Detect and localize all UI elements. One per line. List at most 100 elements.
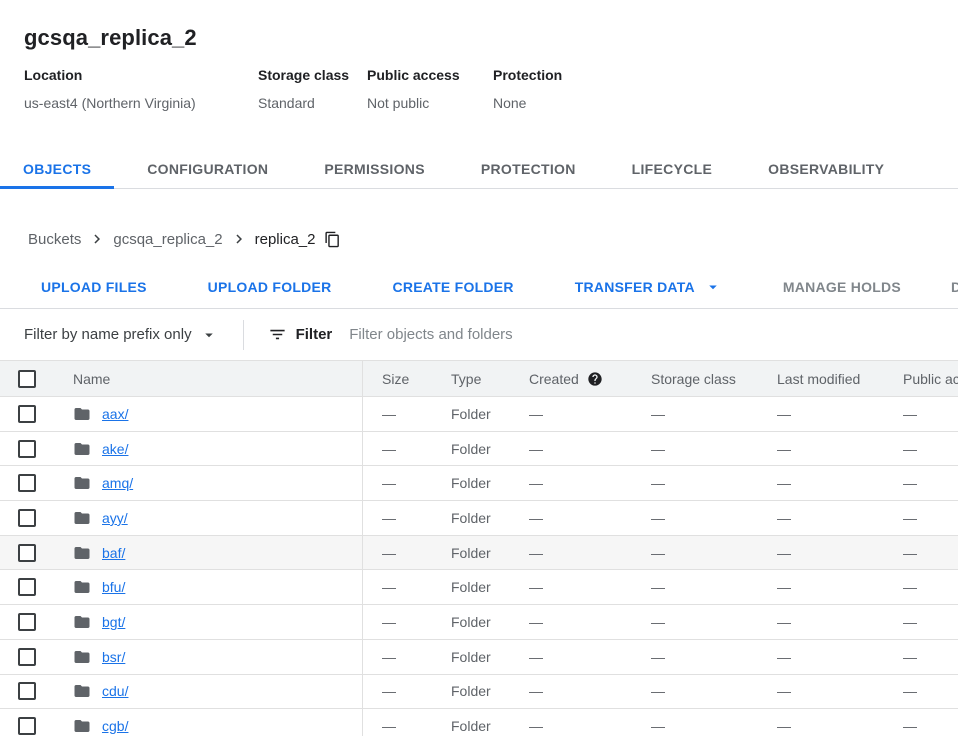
- type-cell: Folder: [433, 406, 511, 422]
- row-checkbox[interactable]: [18, 474, 36, 492]
- meta-protection-value: None: [493, 95, 562, 111]
- public-access-cell: —: [885, 649, 958, 665]
- filter-label: Filter: [296, 326, 333, 343]
- folder-icon: [73, 440, 91, 458]
- object-actions-toolbar: UPLOAD FILES UPLOAD FOLDER CREATE FOLDER…: [0, 265, 958, 309]
- tab-lifecycle[interactable]: LIFECYCLE: [609, 150, 735, 188]
- filter-objects-input[interactable]: [349, 326, 769, 343]
- header-storage-class: Storage class: [633, 371, 759, 387]
- row-checkbox[interactable]: [18, 509, 36, 527]
- object-link[interactable]: ake/: [102, 441, 128, 457]
- upload-folder-button[interactable]: UPLOAD FOLDER: [191, 271, 349, 303]
- filter-bar: Filter by name prefix only Filter: [0, 309, 958, 360]
- type-cell: Folder: [433, 545, 511, 561]
- storage-class-cell: —: [633, 545, 759, 561]
- arrow-drop-down-icon: [200, 326, 218, 344]
- public-access-cell: —: [885, 579, 958, 595]
- select-all-checkbox[interactable]: [18, 370, 36, 388]
- filter-prefix-dropdown[interactable]: Filter by name prefix only: [24, 326, 218, 344]
- chevron-right-icon: [88, 230, 106, 248]
- header-created: Created: [511, 371, 633, 387]
- type-cell: Folder: [433, 475, 511, 491]
- header-type: Type: [433, 371, 511, 387]
- transfer-data-label: TRANSFER DATA: [575, 279, 695, 295]
- folder-icon: [73, 509, 91, 527]
- object-link[interactable]: bsr/: [102, 649, 125, 665]
- tab-configuration[interactable]: CONFIGURATION: [124, 150, 291, 188]
- filter-list-icon: [268, 325, 287, 344]
- size-cell: —: [363, 718, 433, 734]
- object-link[interactable]: bgt/: [102, 614, 125, 630]
- created-cell: —: [511, 510, 633, 526]
- table-row: bsr/ — Folder — — — —: [0, 640, 958, 675]
- storage-class-cell: —: [633, 614, 759, 630]
- size-cell: —: [363, 406, 433, 422]
- meta-storage-class-value: Standard: [258, 95, 367, 111]
- create-folder-button[interactable]: CREATE FOLDER: [375, 271, 530, 303]
- last-modified-cell: —: [759, 718, 885, 734]
- tab-objects[interactable]: OBJECTS: [0, 150, 114, 188]
- size-cell: —: [363, 683, 433, 699]
- row-checkbox[interactable]: [18, 682, 36, 700]
- table-row: ayy/ — Folder — — — —: [0, 501, 958, 536]
- public-access-cell: —: [885, 441, 958, 457]
- size-cell: —: [363, 475, 433, 491]
- public-access-cell: —: [885, 545, 958, 561]
- row-checkbox[interactable]: [18, 613, 36, 631]
- size-cell: —: [363, 510, 433, 526]
- row-checkbox[interactable]: [18, 440, 36, 458]
- created-cell: —: [511, 614, 633, 630]
- table-row: cgb/ — Folder — — — —: [0, 709, 958, 736]
- storage-class-cell: —: [633, 475, 759, 491]
- table-row: amq/ — Folder — — — —: [0, 466, 958, 501]
- public-access-cell: —: [885, 683, 958, 699]
- storage-class-cell: —: [633, 683, 759, 699]
- tab-protection[interactable]: PROTECTION: [458, 150, 599, 188]
- breadcrumb-bucket-name[interactable]: gcsqa_replica_2: [113, 231, 222, 248]
- table-row: bgt/ — Folder — — — —: [0, 605, 958, 640]
- type-cell: Folder: [433, 614, 511, 630]
- type-cell: Folder: [433, 718, 511, 734]
- copy-icon[interactable]: [324, 231, 341, 248]
- object-link[interactable]: baf/: [102, 545, 125, 561]
- type-cell: Folder: [433, 683, 511, 699]
- created-cell: —: [511, 649, 633, 665]
- transfer-data-button[interactable]: TRANSFER DATA: [558, 270, 739, 304]
- breadcrumb-buckets[interactable]: Buckets: [28, 231, 81, 248]
- page-title: gcsqa_replica_2: [24, 25, 934, 51]
- row-checkbox[interactable]: [18, 648, 36, 666]
- meta-storage-class: Storage class Standard: [258, 67, 367, 111]
- object-link[interactable]: ayy/: [102, 510, 128, 526]
- object-link[interactable]: bfu/: [102, 579, 125, 595]
- type-cell: Folder: [433, 649, 511, 665]
- storage-class-cell: —: [633, 579, 759, 595]
- last-modified-cell: —: [759, 579, 885, 595]
- object-link[interactable]: aax/: [102, 406, 128, 422]
- header-public-access: Public access: [885, 371, 958, 387]
- header-name: Name: [55, 361, 363, 396]
- type-cell: Folder: [433, 441, 511, 457]
- object-link[interactable]: cdu/: [102, 683, 128, 699]
- help-icon[interactable]: [587, 371, 603, 387]
- row-checkbox[interactable]: [18, 405, 36, 423]
- created-cell: —: [511, 475, 633, 491]
- arrow-drop-down-icon: [704, 278, 722, 296]
- row-checkbox[interactable]: [18, 578, 36, 596]
- object-link[interactable]: cgb/: [102, 718, 128, 734]
- filter-prefix-label: Filter by name prefix only: [24, 326, 192, 343]
- download-button[interactable]: DOWNLOAD: [934, 271, 958, 303]
- folder-icon: [73, 648, 91, 666]
- bucket-header: gcsqa_replica_2 Location us-east4 (North…: [0, 0, 958, 111]
- meta-location-value: us-east4 (Northern Virginia): [24, 95, 258, 111]
- row-checkbox[interactable]: [18, 717, 36, 735]
- table-row: ake/ — Folder — — — —: [0, 432, 958, 467]
- tab-permissions[interactable]: PERMISSIONS: [301, 150, 448, 188]
- table-header-row: Name Size Type Created Storage class Las…: [0, 360, 958, 397]
- breadcrumb: Buckets gcsqa_replica_2 replica_2: [0, 189, 958, 251]
- tab-observability[interactable]: OBSERVABILITY: [745, 150, 907, 188]
- manage-holds-button[interactable]: MANAGE HOLDS: [766, 271, 918, 303]
- upload-files-button[interactable]: UPLOAD FILES: [24, 271, 164, 303]
- created-cell: —: [511, 406, 633, 422]
- object-link[interactable]: amq/: [102, 475, 133, 491]
- row-checkbox[interactable]: [18, 544, 36, 562]
